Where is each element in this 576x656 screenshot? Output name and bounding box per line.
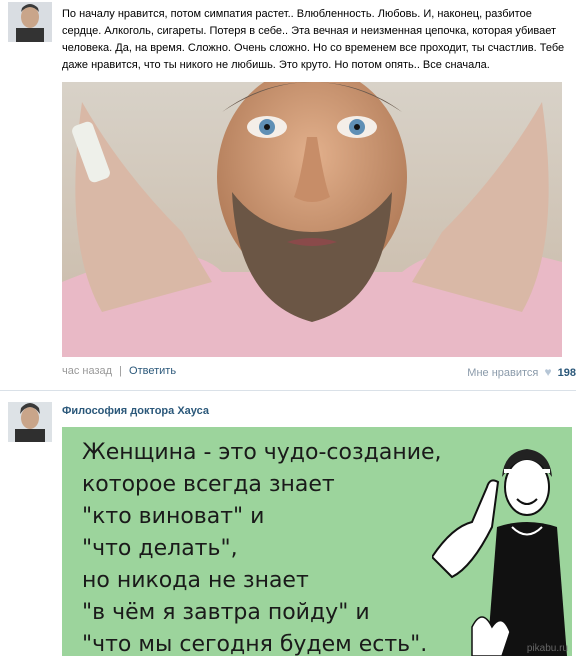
post-text: По началу нравится, потом симпатия расте…	[62, 8, 565, 71]
meme-line: "в чём я завтра пойду" и	[82, 600, 370, 625]
meme-line: "что мы сегодня будем есть".	[82, 632, 428, 656]
meme-text: Женщина - это чудо-создание, которое все…	[82, 437, 442, 656]
post-avatar[interactable]	[8, 2, 52, 42]
woman-cartoon-icon	[432, 449, 567, 656]
meta-separator: |	[119, 365, 122, 377]
like-label: Мне нравится	[467, 367, 539, 379]
watermark: pikabu.ru	[526, 643, 568, 654]
photo-image	[62, 82, 562, 357]
meme-line: "кто виноват" и	[82, 504, 265, 529]
meme-line: но никода не знает	[82, 568, 309, 593]
meme-line: которое всегда знает	[82, 472, 335, 497]
avatar-portrait-icon	[8, 2, 52, 42]
post-avatar[interactable]	[8, 402, 52, 442]
post-author-link[interactable]: Философия доктора Хауса	[62, 405, 209, 417]
avatar-portrait-icon	[8, 402, 52, 442]
like-button[interactable]: Мне нравится ♥ 198	[467, 365, 576, 379]
meme-line: "что делать",	[82, 536, 238, 561]
post-divider	[0, 390, 576, 391]
heart-icon: ♥	[544, 365, 552, 379]
meme-image[interactable]: Женщина - это чудо-создание, которое все…	[62, 427, 572, 656]
meme-line: Женщина - это чудо-создание,	[82, 440, 442, 465]
post-photo[interactable]	[62, 82, 562, 357]
post-meta: час назад | Ответить Мне нравится ♥ 198	[62, 365, 576, 381]
post-time: час назад	[62, 365, 113, 377]
like-count: 198	[557, 367, 576, 379]
reply-link[interactable]: Ответить	[129, 365, 176, 377]
